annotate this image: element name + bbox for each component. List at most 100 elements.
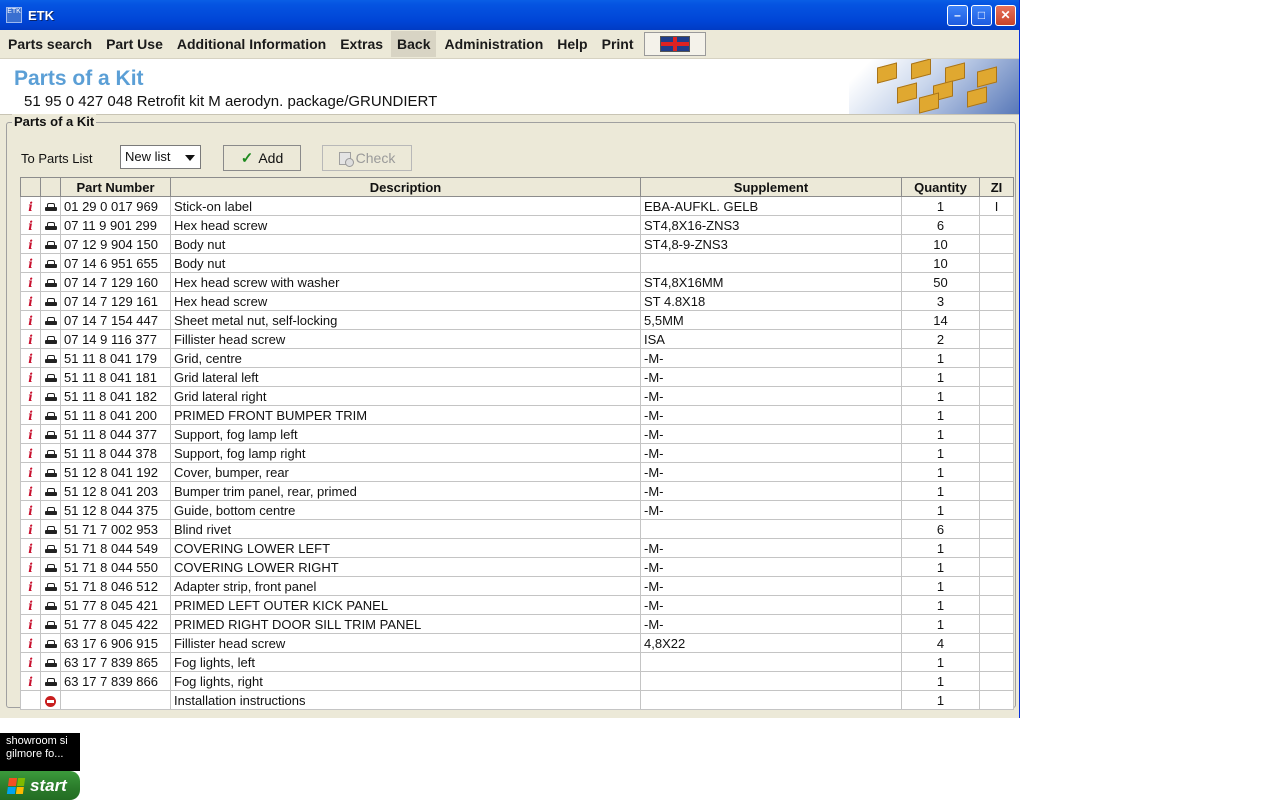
- title-bar[interactable]: ETK ETK – □ ✕: [0, 0, 1019, 30]
- row-info-cell[interactable]: i: [20, 424, 41, 444]
- info-icon[interactable]: i: [28, 504, 33, 518]
- row-vehicle-cell[interactable]: [40, 519, 61, 539]
- menu-part-use[interactable]: Part Use: [100, 31, 169, 57]
- row-vehicle-cell[interactable]: [40, 481, 61, 501]
- info-icon[interactable]: i: [28, 257, 33, 271]
- info-icon[interactable]: i: [28, 542, 33, 556]
- car-icon[interactable]: [44, 487, 57, 497]
- info-icon[interactable]: i: [28, 485, 33, 499]
- row-info-cell[interactable]: [20, 690, 41, 710]
- car-icon[interactable]: [44, 278, 57, 288]
- info-icon[interactable]: i: [28, 333, 33, 347]
- menu-extras[interactable]: Extras: [334, 31, 389, 57]
- car-icon[interactable]: [44, 297, 57, 307]
- table-row[interactable]: i 07 12 9 904 150 Body nut ST4,8-9-ZNS3 10: [20, 234, 1014, 254]
- info-icon[interactable]: i: [28, 580, 33, 594]
- car-icon[interactable]: [44, 506, 57, 516]
- table-row[interactable]: i 07 14 6 951 655 Body nut 10: [20, 253, 1014, 273]
- table-row[interactable]: Installation instructions 1: [20, 690, 1014, 710]
- row-info-cell[interactable]: i: [20, 576, 41, 596]
- desktop-shortcut-label[interactable]: showroom si gilmore fo...: [0, 733, 80, 771]
- row-info-cell[interactable]: i: [20, 462, 41, 482]
- row-vehicle-cell[interactable]: [40, 310, 61, 330]
- menu-administration[interactable]: Administration: [438, 31, 549, 57]
- row-vehicle-cell[interactable]: [40, 424, 61, 444]
- column-header-zi[interactable]: ZI: [979, 177, 1014, 197]
- row-info-cell[interactable]: i: [20, 272, 41, 292]
- info-icon[interactable]: i: [28, 371, 33, 385]
- menu-parts-search[interactable]: Parts search: [2, 31, 98, 57]
- menu-additional-information[interactable]: Additional Information: [171, 31, 332, 57]
- info-icon[interactable]: i: [28, 238, 33, 252]
- row-info-cell[interactable]: i: [20, 671, 41, 691]
- table-row[interactable]: i 51 71 8 044 549 COVERING LOWER LEFT -M- 1: [20, 538, 1014, 558]
- info-icon[interactable]: i: [28, 561, 33, 575]
- table-row[interactable]: i 63 17 7 839 865 Fog lights, left 1: [20, 652, 1014, 672]
- info-icon[interactable]: i: [28, 314, 33, 328]
- car-icon[interactable]: [44, 259, 57, 269]
- row-vehicle-cell[interactable]: [40, 367, 61, 387]
- table-row[interactable]: i 51 12 8 044 375 Guide, bottom centre -M- 1: [20, 500, 1014, 520]
- row-vehicle-cell[interactable]: [40, 500, 61, 520]
- column-header-vehicle[interactable]: [40, 177, 61, 197]
- table-row[interactable]: i 51 77 8 045 421 PRIMED LEFT OUTER KICK P…: [20, 595, 1014, 615]
- row-info-cell[interactable]: i: [20, 443, 41, 463]
- car-icon[interactable]: [44, 544, 57, 554]
- table-row[interactable]: i 51 11 8 044 377 Support, fog lamp left -M…: [20, 424, 1014, 444]
- car-icon[interactable]: [44, 430, 57, 440]
- row-vehicle-cell[interactable]: [40, 196, 61, 216]
- info-icon[interactable]: i: [28, 276, 33, 290]
- info-icon[interactable]: i: [28, 409, 33, 423]
- row-info-cell[interactable]: i: [20, 405, 41, 425]
- row-info-cell[interactable]: i: [20, 291, 41, 311]
- info-icon[interactable]: i: [28, 390, 33, 404]
- table-row[interactable]: i 51 11 8 044 378 Support, fog lamp right -…: [20, 443, 1014, 463]
- column-header-supplement[interactable]: Supplement: [640, 177, 902, 197]
- car-icon[interactable]: [44, 354, 57, 364]
- row-vehicle-cell[interactable]: [40, 633, 61, 653]
- table-row[interactable]: i 01 29 0 017 969 Stick-on label EBA-AUFKL.…: [20, 196, 1014, 216]
- row-vehicle-cell[interactable]: [40, 234, 61, 254]
- row-vehicle-cell[interactable]: [40, 443, 61, 463]
- info-icon[interactable]: i: [28, 618, 33, 632]
- row-info-cell[interactable]: i: [20, 557, 41, 577]
- info-icon[interactable]: i: [28, 447, 33, 461]
- row-info-cell[interactable]: i: [20, 329, 41, 349]
- row-vehicle-cell[interactable]: [40, 614, 61, 634]
- car-icon[interactable]: [44, 373, 57, 383]
- parts-list-select[interactable]: New list: [120, 145, 201, 169]
- info-icon[interactable]: i: [28, 675, 33, 689]
- row-vehicle-cell[interactable]: [40, 576, 61, 596]
- info-icon[interactable]: i: [28, 428, 33, 442]
- row-vehicle-cell[interactable]: [40, 291, 61, 311]
- car-icon[interactable]: [44, 563, 57, 573]
- car-icon[interactable]: [44, 202, 57, 212]
- table-row[interactable]: i 51 71 8 046 512 Adapter strip, front pan…: [20, 576, 1014, 596]
- car-icon[interactable]: [44, 468, 57, 478]
- car-icon[interactable]: [44, 601, 57, 611]
- row-info-cell[interactable]: i: [20, 386, 41, 406]
- row-info-cell[interactable]: i: [20, 253, 41, 273]
- close-button[interactable]: ✕: [995, 4, 1016, 26]
- row-vehicle-cell[interactable]: [40, 690, 61, 710]
- row-vehicle-cell[interactable]: [40, 348, 61, 368]
- table-row[interactable]: i 51 12 8 041 203 Bumper trim panel, rear,…: [20, 481, 1014, 501]
- table-row[interactable]: i 51 11 8 041 181 Grid lateral left -M- 1: [20, 367, 1014, 387]
- table-row[interactable]: i 07 11 9 901 299 Hex head screw ST4,8X16-Z…: [20, 215, 1014, 235]
- table-row[interactable]: i 51 11 8 041 200 PRIMED FRONT BUMPER TRIM…: [20, 405, 1014, 425]
- menu-back[interactable]: Back: [391, 31, 437, 57]
- car-icon[interactable]: [44, 411, 57, 421]
- info-icon[interactable]: i: [28, 352, 33, 366]
- car-icon[interactable]: [44, 620, 57, 630]
- menu-help[interactable]: Help: [551, 31, 593, 57]
- row-info-cell[interactable]: i: [20, 348, 41, 368]
- row-vehicle-cell[interactable]: [40, 215, 61, 235]
- row-info-cell[interactable]: i: [20, 310, 41, 330]
- row-info-cell[interactable]: i: [20, 481, 41, 501]
- maximize-button[interactable]: □: [971, 4, 992, 26]
- table-row[interactable]: i 51 11 8 041 182 Grid lateral right -M- 1: [20, 386, 1014, 406]
- column-header-info[interactable]: [20, 177, 41, 197]
- language-button[interactable]: [643, 32, 706, 56]
- row-info-cell[interactable]: i: [20, 234, 41, 254]
- row-vehicle-cell[interactable]: [40, 253, 61, 273]
